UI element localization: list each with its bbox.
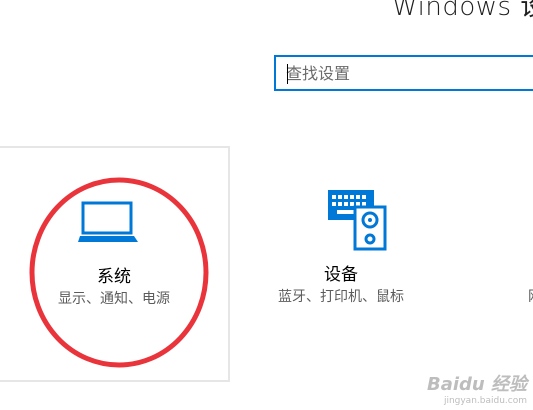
search-input[interactable] bbox=[286, 57, 526, 89]
watermark: Baidu 经验 jingyan.baidu.com bbox=[427, 370, 527, 406]
page-title: Windows 设 bbox=[392, 0, 533, 22]
next-tile-partial: 网 bbox=[528, 286, 533, 306]
settings-tile-system[interactable]: 系统 显示、通知、电源 bbox=[0, 146, 230, 382]
text-caret bbox=[287, 64, 288, 84]
watermark-url: jingyan.baidu.com bbox=[443, 396, 527, 406]
tile-description: 显示、通知、电源 bbox=[58, 291, 170, 307]
keyboard-speaker-icon bbox=[328, 190, 387, 251]
tile-description: 蓝牙、打印机、鼠标 bbox=[278, 289, 404, 305]
watermark-brand: Baidu 经验 bbox=[426, 374, 527, 395]
settings-tile-devices[interactable]: 设备 蓝牙、打印机、鼠标 bbox=[241, 146, 441, 382]
tile-title: 设备 bbox=[324, 265, 358, 285]
search-box[interactable] bbox=[274, 55, 533, 91]
laptop-icon bbox=[78, 201, 138, 242]
tile-title: 系统 bbox=[97, 267, 131, 287]
